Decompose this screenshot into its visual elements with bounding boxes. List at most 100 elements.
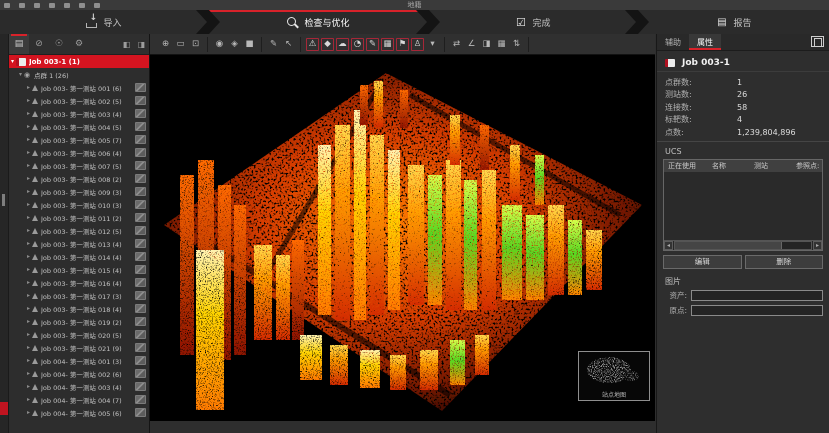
- panel-drag-handle[interactable]: [2, 194, 5, 206]
- snapshot-icon[interactable]: ◨: [480, 38, 493, 51]
- split-view-icon[interactable]: ⇄: [450, 38, 463, 51]
- scrollbar-thumb[interactable]: [675, 242, 782, 249]
- ucs-column-3[interactable]: 参照点:: [792, 161, 822, 171]
- tab-auxiliary[interactable]: 辅助: [657, 34, 689, 50]
- expander-icon[interactable]: ▸: [25, 357, 32, 364]
- ucs-table-body[interactable]: [664, 172, 822, 240]
- expander-icon[interactable]: ▸: [25, 97, 32, 104]
- workflow-step-report[interactable]: 报告: [638, 10, 829, 34]
- expander-icon[interactable]: ▸: [25, 292, 32, 299]
- scan-thumbnail-icon[interactable]: [135, 278, 146, 287]
- scan-thumbnail-icon[interactable]: [135, 109, 146, 118]
- scan-thumbnail-icon[interactable]: [135, 304, 146, 313]
- pick-point-icon[interactable]: ↖: [282, 38, 295, 51]
- open-folder-icon[interactable]: [4, 3, 10, 8]
- expander-icon[interactable]: ▸: [25, 188, 32, 195]
- expander-icon[interactable]: ▸: [25, 201, 32, 208]
- draw-icon[interactable]: ✎: [267, 38, 280, 51]
- expander-icon[interactable]: ▸: [25, 383, 32, 390]
- scan-thumbnail-icon[interactable]: [135, 161, 146, 170]
- scan-thumbnail-icon[interactable]: [135, 148, 146, 157]
- tree-scan-item[interactable]: ▸ Job 003- 第一测站 016 (4): [9, 276, 149, 289]
- expander-icon[interactable]: ▸: [25, 227, 32, 234]
- ucs-horizontal-scrollbar[interactable]: ◂ ▸: [664, 240, 822, 250]
- tree-scan-item[interactable]: ▸ Job 004- 第一测站 004 (7): [9, 393, 149, 406]
- scan-thumbnail-icon[interactable]: [135, 395, 146, 404]
- tree-scan-item[interactable]: ▸ Job 003- 第一测站 008 (2): [9, 172, 149, 185]
- tree-scan-item[interactable]: ▸ Job 003- 第一测站 011 (2): [9, 211, 149, 224]
- tree-scan-item[interactable]: ▸ Job 003- 第一测站 001 (6): [9, 81, 149, 94]
- zoom-window-icon[interactable]: ⊡: [189, 38, 202, 51]
- scan-thumbnail-icon[interactable]: [135, 135, 146, 144]
- expander-icon[interactable]: ▸: [25, 409, 32, 416]
- workflow-step-inspect-optimize[interactable]: 检查与优化: [209, 10, 427, 34]
- cloud-marker-icon[interactable]: ☁: [336, 38, 349, 51]
- edit-button[interactable]: 编辑: [663, 255, 742, 269]
- tree-scan-item[interactable]: ▸ Job 003- 第一测站 013 (4): [9, 237, 149, 250]
- thumbnails-on-icon[interactable]: ◧: [119, 37, 134, 52]
- warning-marker-icon[interactable]: ⚠: [306, 38, 319, 51]
- expander-icon[interactable]: ▸: [25, 305, 32, 312]
- origin-input[interactable]: [691, 305, 823, 316]
- ucs-column-1[interactable]: 名称: [708, 161, 750, 171]
- expander-icon[interactable]: ▸: [25, 123, 32, 130]
- marker-dropdown-icon[interactable]: ▾: [426, 38, 439, 51]
- scrollbar-track[interactable]: [674, 241, 812, 250]
- expander-icon[interactable]: ▾: [9, 58, 16, 65]
- annotate-icon[interactable]: ✎: [366, 38, 379, 51]
- tree-scan-item[interactable]: ▸ Job 003- 第一测站 009 (3): [9, 185, 149, 198]
- scan-thumbnail-icon[interactable]: [135, 317, 146, 326]
- image-marker-icon[interactable]: ▦: [381, 38, 394, 51]
- scan-thumbnail-icon[interactable]: [135, 265, 146, 274]
- scan-thumbnail-icon[interactable]: [135, 291, 146, 300]
- tree-scan-item[interactable]: ▸ Job 003- 第一测站 004 (5): [9, 120, 149, 133]
- expander-icon[interactable]: ▾: [17, 71, 24, 78]
- tab-properties[interactable]: 属性: [689, 34, 721, 50]
- tree-scan-item[interactable]: ▸ Job 004- 第一测站 002 (6): [9, 367, 149, 380]
- expander-icon[interactable]: ▸: [25, 318, 32, 325]
- delete-button[interactable]: 删除: [745, 255, 824, 269]
- settings-tab[interactable]: ⚙: [69, 34, 89, 54]
- expander-icon[interactable]: ▸: [25, 110, 32, 117]
- tree-cluster-group[interactable]: ▾ ◉ 点群 1 (26): [9, 68, 149, 81]
- workflow-step-import[interactable]: 导入: [0, 10, 207, 34]
- tree-scan-item[interactable]: ▸ Job 003- 第一测站 019 (2): [9, 315, 149, 328]
- asset-input[interactable]: [691, 290, 823, 301]
- tree-scan-item[interactable]: ▸ Job 003- 第一测站 012 (5): [9, 224, 149, 237]
- tree-scan-item[interactable]: ▸ Job 003- 第一测站 006 (4): [9, 146, 149, 159]
- scan-thumbnail-icon[interactable]: [135, 408, 146, 417]
- expander-icon[interactable]: ▸: [25, 266, 32, 273]
- expander-icon[interactable]: ▸: [25, 136, 32, 143]
- tree-scan-item[interactable]: ▸ Job 004- 第一测站 003 (4): [9, 380, 149, 393]
- expander-icon[interactable]: ▸: [25, 279, 32, 286]
- scan-thumbnail-icon[interactable]: [135, 252, 146, 261]
- scroll-left-icon[interactable]: ◂: [664, 241, 673, 250]
- scan-thumbnail-icon[interactable]: [135, 226, 146, 235]
- tree-scan-item[interactable]: ▸ Job 003- 第一测站 002 (5): [9, 94, 149, 107]
- pie-marker-icon[interactable]: ◔: [351, 38, 364, 51]
- expander-icon[interactable]: ▸: [25, 331, 32, 338]
- scan-thumbnail-icon[interactable]: [135, 343, 146, 352]
- archive-icon[interactable]: [34, 3, 40, 8]
- point-cloud-viewport[interactable]: 站点地图: [150, 55, 655, 421]
- panel-layout-icon[interactable]: [811, 36, 824, 47]
- ucs-column-2[interactable]: 测站: [750, 161, 792, 171]
- scan-thumbnail-icon[interactable]: [135, 239, 146, 248]
- pin-marker-icon[interactable]: ⚑: [396, 38, 409, 51]
- attachment-tab[interactable]: ⊘: [29, 34, 49, 54]
- scroll-right-icon[interactable]: ▸: [813, 241, 822, 250]
- tag-marker-icon[interactable]: ◆: [321, 38, 334, 51]
- tree-scan-item[interactable]: ▸ Job 003- 第一测站 014 (4): [9, 250, 149, 263]
- delete-icon[interactable]: [64, 3, 70, 8]
- tree-scan-item[interactable]: ▸ Job 003- 第一测站 020 (5): [9, 328, 149, 341]
- pan-icon[interactable]: ⊕: [159, 38, 172, 51]
- scan-thumbnail-icon[interactable]: [135, 382, 146, 391]
- tree-scan-item[interactable]: ▸ Job 004- 第一测站 001 (3): [9, 354, 149, 367]
- expander-icon[interactable]: ▸: [25, 214, 32, 221]
- scan-thumbnail-icon[interactable]: [135, 122, 146, 131]
- thumbnails-off-icon[interactable]: ◨: [134, 37, 149, 52]
- tree-scan-item[interactable]: ▸ Job 003- 第一测站 003 (4): [9, 107, 149, 120]
- walkthrough-icon[interactable]: ♙: [411, 38, 424, 51]
- scan-thumbnail-icon[interactable]: [135, 200, 146, 209]
- cube-view-icon[interactable]: ■: [243, 38, 256, 51]
